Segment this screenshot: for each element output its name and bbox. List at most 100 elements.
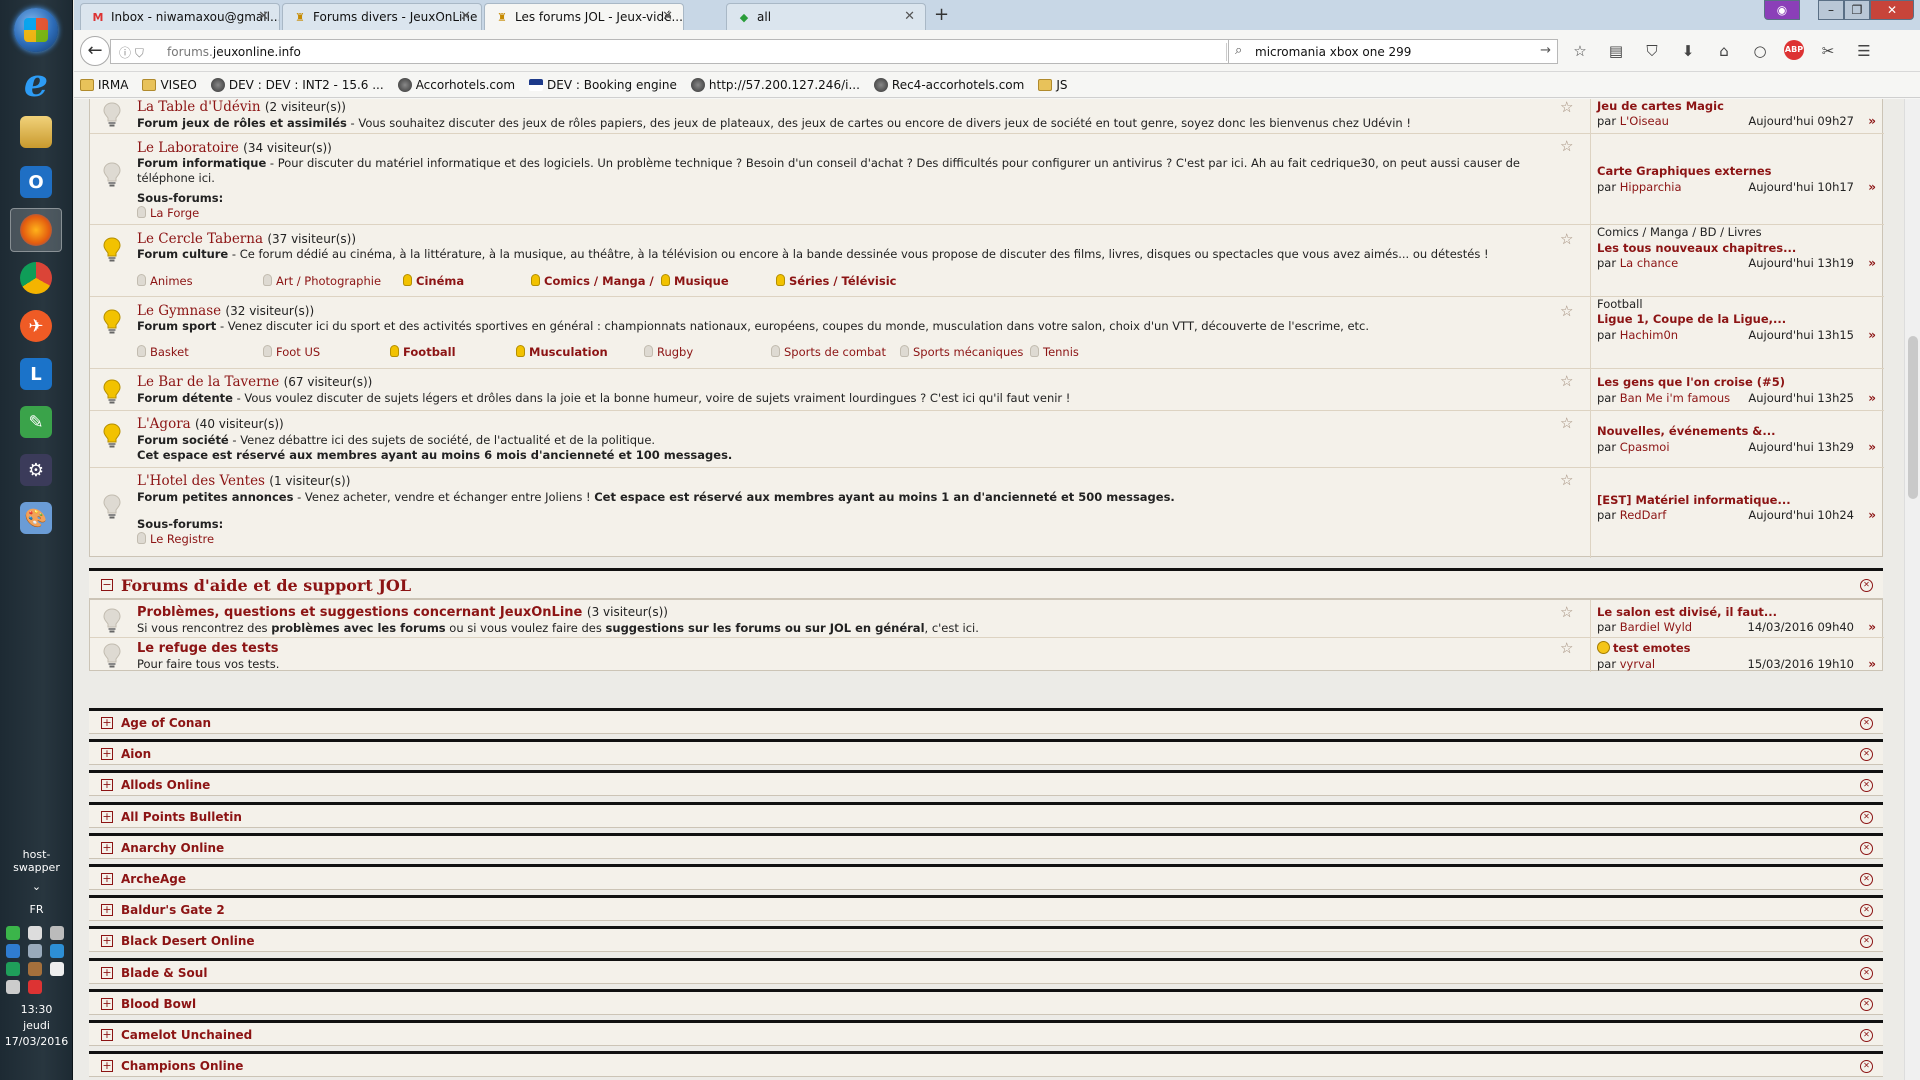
expand-icon[interactable]: + xyxy=(101,997,113,1010)
bookmark-item[interactable]: Accorhotels.com xyxy=(397,77,515,92)
close-icon[interactable]: ✕ xyxy=(460,9,471,24)
subforum-link[interactable]: Basket xyxy=(137,345,189,359)
close-circle-icon[interactable]: ✕ xyxy=(1860,841,1873,855)
forum-title[interactable]: L'Hotel des Ventes (1 visiteur(s)) xyxy=(137,473,350,489)
section-header-game[interactable]: + Aion ✕ xyxy=(89,739,1883,766)
taskbar-postman[interactable]: ✈ xyxy=(10,304,62,348)
expand-icon[interactable]: + xyxy=(101,904,113,917)
subforum-link[interactable]: Séries / Télévisic xyxy=(776,274,896,288)
subforum-link[interactable]: Sports de combat xyxy=(771,345,886,359)
favorite-star-icon[interactable]: ☆ xyxy=(1560,639,1573,657)
subforum-link[interactable]: Musique xyxy=(661,274,729,288)
maximize-button[interactable]: ❐ xyxy=(1844,0,1870,20)
expand-icon[interactable]: + xyxy=(101,966,113,979)
expand-icon[interactable]: + xyxy=(101,717,113,729)
last-topic-link[interactable]: Nouvelles, événements &... xyxy=(1597,424,1775,438)
subforum-link[interactable]: La Forge xyxy=(137,206,199,220)
bookmark-star-icon[interactable]: ☆ xyxy=(1568,40,1592,62)
bookmark-item[interactable]: Rec4-accorhotels.com xyxy=(873,77,1024,92)
search-bar[interactable]: ⌕ micromania xbox one 299 → xyxy=(1228,39,1558,64)
section-title[interactable]: Black Desert Online xyxy=(121,934,255,948)
last-topic-link[interactable]: Ligue 1, Coupe de la Ligue,... xyxy=(1597,312,1786,326)
go-to-last-icon[interactable]: » xyxy=(1868,256,1876,270)
section-header-support[interactable]: − Forums d'aide et de support JOL ✕ xyxy=(89,568,1883,599)
chevron-down-icon[interactable]: ⌄ xyxy=(0,880,73,893)
go-to-last-icon[interactable]: » xyxy=(1868,657,1876,671)
section-header-game[interactable]: + Blade & Soul ✕ xyxy=(89,957,1883,984)
author-link[interactable]: La chance xyxy=(1620,256,1678,270)
close-circle-icon[interactable]: ✕ xyxy=(1860,810,1873,824)
forum-title[interactable]: L'Agora (40 visiteur(s)) xyxy=(137,416,284,432)
tab-gmail[interactable]: M Inbox - niwamaxou@gmail... ✕ xyxy=(80,3,280,30)
subforum-link[interactable]: Comics / Manga / xyxy=(531,274,654,288)
taskbar-outlook[interactable]: O xyxy=(10,160,62,204)
forum-title[interactable]: Le Laboratoire (34 visiteur(s)) xyxy=(137,140,332,156)
extension-icon[interactable]: ✂ xyxy=(1816,40,1840,62)
section-header-game[interactable]: + Baldur's Gate 2 ✕ xyxy=(89,895,1883,922)
clock[interactable]: 13:30 jeudi 17/03/2016 xyxy=(0,1002,73,1050)
taskbar-notepad[interactable]: ✎ xyxy=(10,400,62,444)
author-link[interactable]: Ban Me i'm famous xyxy=(1620,391,1730,405)
monitor-icon[interactable] xyxy=(5,980,20,994)
reading-list-icon[interactable]: ▤ xyxy=(1604,40,1628,62)
section-header-game[interactable]: + Blood Bowl ✕ xyxy=(89,988,1883,1015)
favorite-star-icon[interactable]: ☆ xyxy=(1560,302,1573,320)
taskbar-explorer[interactable] xyxy=(10,110,62,154)
favorite-star-icon[interactable]: ☆ xyxy=(1560,603,1573,621)
mail-icon[interactable] xyxy=(27,926,42,940)
globe-icon[interactable] xyxy=(5,962,20,976)
taskbar-chrome[interactable] xyxy=(10,256,62,300)
author-link[interactable]: L'Oiseau xyxy=(1620,114,1669,128)
taskbar-paint[interactable]: 🎨 xyxy=(10,496,62,540)
close-circle-icon[interactable]: ✕ xyxy=(1860,873,1873,886)
expand-icon[interactable]: + xyxy=(101,1029,113,1041)
go-to-last-icon[interactable]: » xyxy=(1868,440,1876,454)
section-header-game[interactable]: + Black Desert Online ✕ xyxy=(89,926,1883,953)
forum-title[interactable]: La Table d'Udévin (2 visiteur(s)) xyxy=(137,99,346,115)
last-post-category[interactable]: Comics / Manga / BD / Livres xyxy=(1597,225,1762,239)
volume-muted-icon[interactable] xyxy=(27,980,42,994)
forum-title[interactable]: Problèmes, questions et suggestions conc… xyxy=(137,605,668,620)
start-button[interactable] xyxy=(14,8,58,52)
favorite-star-icon[interactable]: ☆ xyxy=(1560,99,1573,116)
close-circle-icon[interactable]: ✕ xyxy=(1860,579,1873,592)
favorite-star-icon[interactable]: ☆ xyxy=(1560,372,1573,390)
last-post-category[interactable]: Football xyxy=(1597,297,1643,311)
section-title[interactable]: Champions Online xyxy=(121,1059,243,1073)
section-header-game[interactable]: + Champions Online ✕ xyxy=(89,1051,1883,1078)
section-title[interactable]: Blade & Soul xyxy=(121,966,207,980)
subforum-link[interactable]: Rugby xyxy=(644,345,693,359)
package-icon[interactable] xyxy=(27,962,42,976)
collapse-icon[interactable]: − xyxy=(101,579,113,591)
expand-icon[interactable]: + xyxy=(101,841,113,854)
host-swapper-label[interactable]: host-swapper xyxy=(0,848,73,874)
forum-title[interactable]: Le Cercle Taberna (37 visiteur(s)) xyxy=(137,231,356,247)
taskbar-eclipse[interactable]: ⚙ xyxy=(10,448,62,492)
home-icon[interactable]: ⌂ xyxy=(1712,40,1736,62)
close-window-button[interactable]: ✕ xyxy=(1870,0,1914,20)
section-title[interactable]: All Points Bulletin xyxy=(121,810,242,824)
subforum-link[interactable]: Animes xyxy=(137,274,193,288)
close-icon[interactable]: ✕ xyxy=(904,9,915,24)
forum-title[interactable]: Le refuge des tests xyxy=(137,641,279,656)
subforum-link[interactable]: Le Registre xyxy=(137,532,214,546)
subforum-link[interactable]: Sports mécaniques xyxy=(900,345,1023,359)
subforum-link[interactable]: Art / Photographie xyxy=(263,274,381,288)
section-title[interactable]: Aion xyxy=(121,747,151,761)
tray-app-icon[interactable] xyxy=(5,926,20,940)
forum-title[interactable]: Le Gymnase (32 visiteur(s)) xyxy=(137,303,314,319)
author-link[interactable]: Hachim0n xyxy=(1620,328,1678,342)
close-icon[interactable]: ✕ xyxy=(662,9,673,24)
cloud-icon[interactable] xyxy=(49,944,64,958)
section-title[interactable]: Age of Conan xyxy=(121,716,211,730)
bookmark-item[interactable]: IRMA xyxy=(80,78,128,92)
section-header-game[interactable]: + Camelot Unchained ✕ xyxy=(89,1020,1883,1046)
tab-forums-jol[interactable]: ♜ Les forums JOL - Jeux-vidé... ✕ xyxy=(484,3,684,30)
last-topic-link[interactable]: Jeu de cartes Magic xyxy=(1597,99,1724,113)
last-topic-link[interactable]: Les tous nouveaux chapitres... xyxy=(1597,241,1796,255)
expand-icon[interactable]: + xyxy=(101,810,113,823)
last-topic-link[interactable]: [EST] Matériel informatique... xyxy=(1597,493,1791,507)
network-icon[interactable] xyxy=(49,926,64,940)
subforum-link[interactable]: Tennis xyxy=(1030,345,1079,359)
taskbar-lync[interactable]: L xyxy=(10,352,62,396)
